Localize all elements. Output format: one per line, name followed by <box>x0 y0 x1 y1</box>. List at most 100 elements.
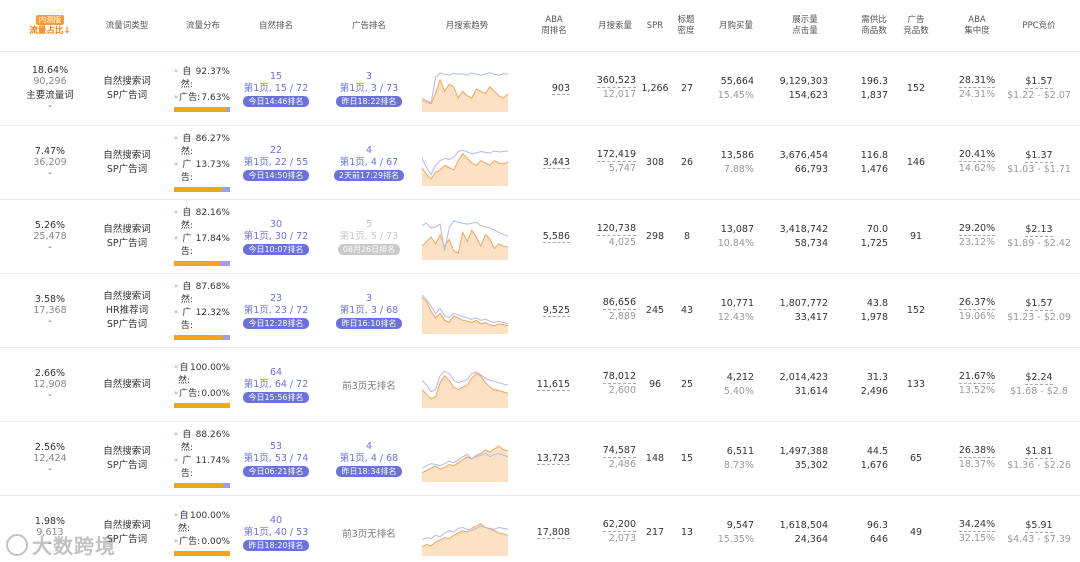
traffic-distribution-cell: * 自然: 88.26% * 广告: 11.74% <box>174 422 234 495</box>
aba-rank-cell: 9,525 <box>542 304 570 317</box>
ad-products-cell: 146 <box>906 157 926 168</box>
header-monthly-search[interactable]: 月搜索量 <box>590 0 640 52</box>
traffic-distribution-cell: * 自然: 100.00% * 广告: 0.00% <box>174 496 234 562</box>
organic-rank-position[interactable]: 53 <box>270 441 282 453</box>
ad-rank-cell[interactable]: 前3页无排名 <box>330 496 408 562</box>
traffic-share-dash: - <box>48 464 52 475</box>
organic-rank-position[interactable]: 15 <box>270 71 282 83</box>
ad-rank-cell[interactable]: 前3页无排名 <box>330 348 408 421</box>
aba-concentration-cell: 29.20% 23.12% <box>958 223 996 248</box>
monthly-trend-sparkline[interactable] <box>420 348 510 421</box>
spr-cell: 245 <box>645 305 665 316</box>
organic-rank-page[interactable]: 第1页, 22 / 55 <box>244 157 309 169</box>
organic-rank-page[interactable]: 第1页, 23 / 72 <box>244 305 309 317</box>
keyword-type-label: 自然搜索词 <box>103 290 151 302</box>
organic-rank-position[interactable]: 64 <box>270 367 282 379</box>
organic-rank-cell[interactable]: 23 第1页, 23 / 72 今日12:28排名 <box>240 274 312 347</box>
traffic-share-percent: 7.47% <box>34 146 66 157</box>
organic-rank-cell[interactable]: 53 第1页, 53 / 74 今日06:21排名 <box>240 422 312 495</box>
traffic-share-dash: - <box>48 101 52 112</box>
organic-rank-page[interactable]: 第1页, 15 / 72 <box>244 83 309 95</box>
header-traffic-share-label: 流量占比 <box>29 26 64 36</box>
header-spr[interactable]: SPR <box>642 0 668 52</box>
traffic-share-dash: - <box>48 316 52 327</box>
organic-rank-cell[interactable]: 15 第1页, 15 / 72 今日14:46排名 <box>240 52 312 125</box>
ad-rank-position[interactable]: 5 <box>366 219 372 231</box>
monthly-trend-sparkline[interactable] <box>420 126 510 199</box>
traffic-share-dash: - <box>48 390 52 401</box>
table-row[interactable]: 5.26% 25,478 - 自然搜索词 SP广告词 * 自然: 82.16% * 广告… <box>0 200 1080 274</box>
traffic-distribution-cell: * 自然: 87.68% * 广告: 12.32% <box>174 274 234 347</box>
distribution-bar <box>174 483 230 488</box>
monthly-trend-sparkline[interactable] <box>420 496 510 562</box>
header-ppc-bid[interactable]: PPC竞价 <box>1010 0 1068 52</box>
ad-rank-cell[interactable]: 4 第1页, 4 / 67 2天前17:29排名 <box>330 126 408 199</box>
organic-rank-position[interactable]: 22 <box>270 145 282 157</box>
ad-rank-cell[interactable]: 5 第1页, 5 / 73 08月26日排名 <box>330 200 408 273</box>
traffic-distribution-cell: * 自然: 92.37% * 广告: 7.63% <box>174 52 234 125</box>
ad-rank-page[interactable]: 第1页, 4 / 67 <box>340 157 398 169</box>
ad-rank-position[interactable]: 4 <box>366 441 372 453</box>
keyword-type-label: 自然搜索词 <box>103 75 151 87</box>
table-row[interactable]: 3.58% 17,368 - 自然搜索词 HR推荐词 SP广告词 * 自然: 87.68… <box>0 274 1080 348</box>
organic-rank-position[interactable]: 30 <box>270 219 282 231</box>
watermark-logo-icon <box>6 533 28 556</box>
ad-rank-cell[interactable]: 3 第1页, 3 / 68 昨日16:10排名 <box>330 274 408 347</box>
table-row[interactable]: 18.64% 90,296 主要流量词 - 自然搜索词 SP广告词 * 自然: 92.… <box>0 52 1080 126</box>
table-row[interactable]: 1.98% 9,613 - 自然搜索词 SP广告词 * 自然: 100.00% * 广告… <box>0 496 1080 562</box>
ad-rank-page[interactable]: 第1页, 3 / 68 <box>340 305 398 317</box>
header-supply-demand[interactable]: 需供比 商品数 <box>852 0 896 52</box>
keyword-type-label: 自然搜索词 <box>103 378 151 390</box>
table-row[interactable]: 2.66% 12,908 - 自然搜索词 * 自然: 100.00% * 广告: 0.0… <box>0 348 1080 422</box>
supply-demand-cell: 44.5 1,676 <box>860 445 888 471</box>
table-row[interactable]: 2.56% 12,424 - 自然搜索词 SP广告词 * 自然: 88.26% * 广告… <box>0 422 1080 496</box>
organic-rank-page[interactable]: 第1页, 53 / 74 <box>244 453 309 465</box>
monthly-trend-sparkline[interactable] <box>420 200 510 273</box>
organic-rank-position[interactable]: 40 <box>270 515 282 527</box>
ad-rank-cell[interactable]: 4 第1页, 4 / 68 昨日18:34排名 <box>330 422 408 495</box>
ad-rank-page[interactable]: 第1页, 4 / 68 <box>340 453 398 465</box>
organic-rank-page[interactable]: 第1页, 64 / 72 <box>244 379 309 391</box>
monthly-trend-sparkline[interactable] <box>420 422 510 495</box>
organic-rank-position[interactable]: 23 <box>270 293 282 305</box>
sort-desc-icon[interactable]: ↓ <box>63 26 70 36</box>
header-organic-rank[interactable]: 自然排名 <box>244 0 308 52</box>
traffic-share-percent: 2.56% <box>34 442 66 453</box>
ad-rank-position[interactable]: 3 <box>366 71 372 83</box>
header-ad-rank[interactable]: 广告排名 <box>334 0 404 52</box>
spr-cell: 1,266 <box>641 83 669 94</box>
keyword-type-label: 自然搜索词 <box>103 149 151 161</box>
ad-rank-page[interactable]: 第1页, 5 / 73 <box>340 231 398 243</box>
organic-rank-cell[interactable]: 22 第1页, 22 / 55 今日14:50排名 <box>240 126 312 199</box>
monthly-search-cell: 172,419 5,747 <box>596 149 636 174</box>
organic-rank-cell[interactable]: 40 第1页, 40 / 53 昨日18:20排名 <box>240 496 312 562</box>
header-ad-products[interactable]: 广告 竞品数 <box>898 0 934 52</box>
header-aba-concentration[interactable]: ABA 集中度 <box>952 0 1002 52</box>
ad-rank-position[interactable]: 4 <box>366 145 372 157</box>
distribution-bar <box>174 335 230 340</box>
header-traffic-share[interactable]: 内测版 流量占比↓ <box>14 0 86 52</box>
header-monthly-purchase[interactable]: 月购买量 <box>708 0 764 52</box>
ad-rank-position[interactable]: 3 <box>366 293 372 305</box>
organic-rank-cell[interactable]: 64 第1页, 64 / 72 今日15:56排名 <box>240 348 312 421</box>
header-aba-rank[interactable]: ABA 周排名 <box>532 0 576 52</box>
title-density-cell: 8 <box>683 231 691 242</box>
traffic-share-cell: 7.47% 36,209 - <box>14 126 86 199</box>
distribution-ad: * 广告: 17.84% <box>174 234 230 257</box>
distribution-bar <box>174 261 230 266</box>
ad-rank-page[interactable]: 第1页, 3 / 73 <box>340 83 398 95</box>
organic-rank-cell[interactable]: 30 第1页, 30 / 72 今日10:07排名 <box>240 200 312 273</box>
organic-rank-page[interactable]: 第1页, 30 / 72 <box>244 231 309 243</box>
monthly-trend-sparkline[interactable] <box>420 274 510 347</box>
keyword-type-label: HR推荐词 <box>105 304 149 316</box>
monthly-trend-sparkline[interactable] <box>420 52 510 125</box>
monthly-search-cell: 62,200 2,073 <box>602 519 636 544</box>
header-impressions-clicks[interactable]: 展示量 点击量 <box>778 0 832 52</box>
organic-rank-page[interactable]: 第1页, 40 / 53 <box>244 527 309 539</box>
monthly-purchase-cell: 13,087 10.84% <box>717 223 754 249</box>
ad-rank-cell[interactable]: 3 第1页, 3 / 73 昨日18:22排名 <box>330 52 408 125</box>
ad-products-cell: 65 <box>909 453 923 464</box>
header-title-density[interactable]: 标题 密度 <box>672 0 700 52</box>
traffic-share-value: 17,368 <box>33 305 67 316</box>
table-row[interactable]: 7.47% 36,209 - 自然搜索词 SP广告词 * 自然: 86.27% * 广告… <box>0 126 1080 200</box>
